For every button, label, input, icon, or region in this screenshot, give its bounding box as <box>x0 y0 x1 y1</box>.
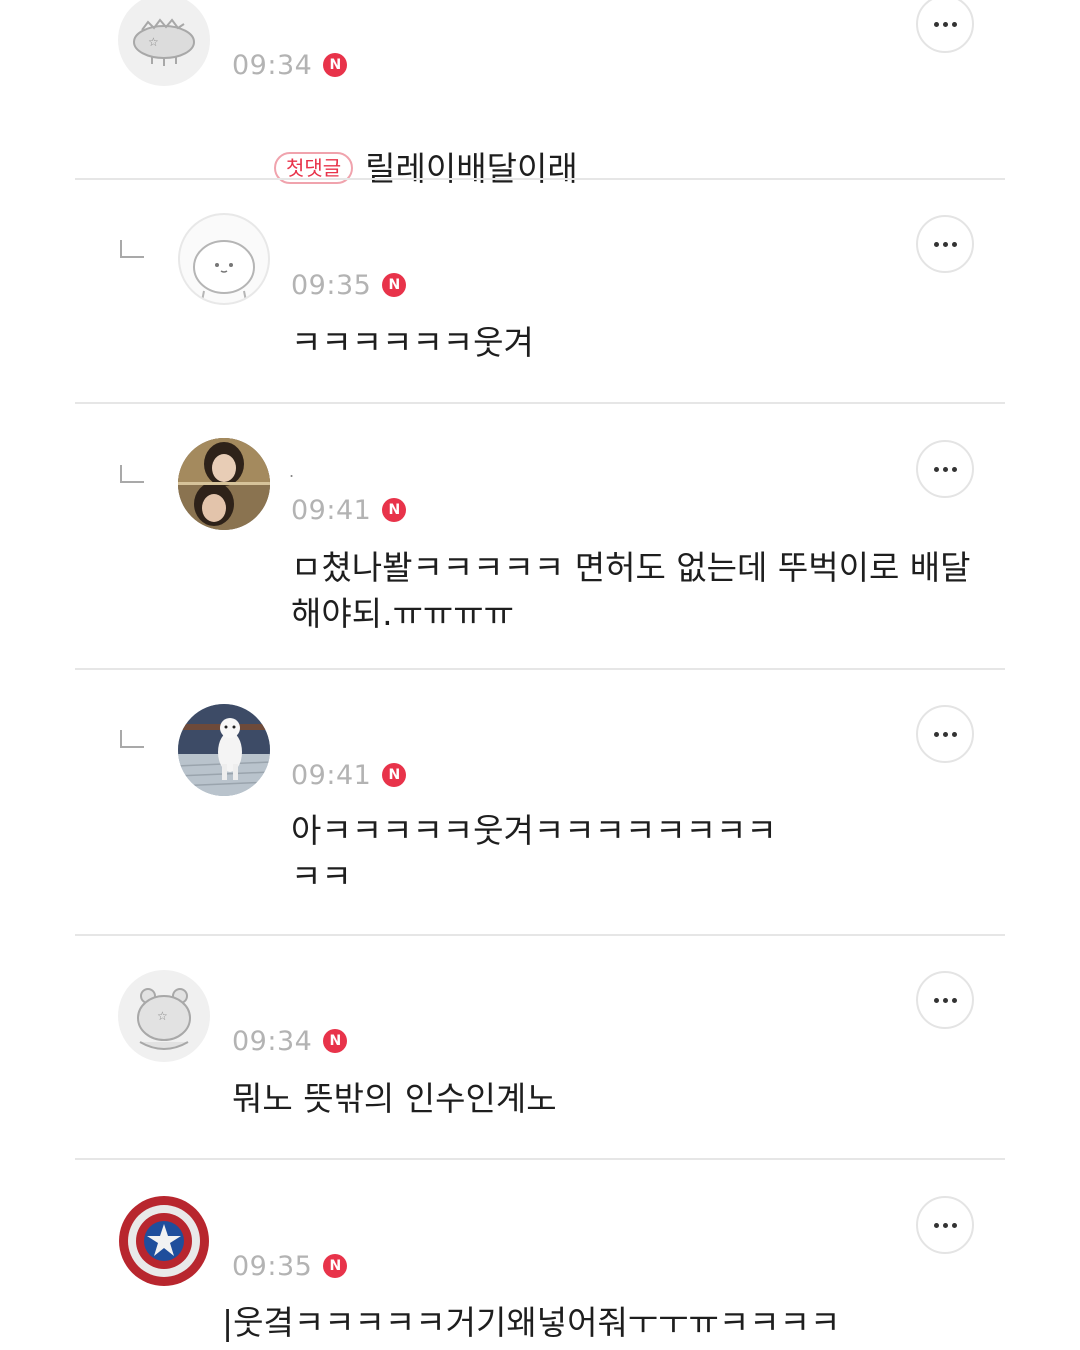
comment-meta: 09:34 N <box>232 48 348 82</box>
new-badge: N <box>382 763 407 787</box>
more-options-button[interactable] <box>916 705 974 763</box>
new-badge: N <box>382 498 407 522</box>
new-badge: N <box>323 1029 348 1053</box>
more-options-button[interactable] <box>916 971 974 1029</box>
comment-meta: 09:41 N <box>291 493 407 527</box>
more-icon <box>933 1222 957 1228</box>
comment-body: 첫댓글 릴레이배달이래 <box>232 100 932 238</box>
more-icon <box>933 241 957 247</box>
svg-text:☆: ☆ <box>148 35 159 49</box>
comment-meta: 09:34 N <box>232 1024 348 1058</box>
comment-text: |웃곀ㅋㅋㅋㅋㅋ거기왜넣어줘ㅜㅜㅠㅋㅋㅋㅋ <box>222 1303 841 1342</box>
more-options-button[interactable] <box>916 1196 974 1254</box>
comment-nickname: . <box>289 462 295 481</box>
comment-time: 09:35 <box>232 1250 313 1282</box>
comment-text: 릴레이배달이래 <box>365 149 578 188</box>
svg-text:☆: ☆ <box>157 1009 168 1023</box>
reply-indicator-icon <box>120 730 144 748</box>
divider <box>75 402 1005 404</box>
new-badge: N <box>323 1254 348 1278</box>
comment-time: 09:34 <box>232 1025 313 1057</box>
comment-time: 09:34 <box>232 49 313 81</box>
divider <box>75 668 1005 670</box>
more-icon <box>933 466 957 472</box>
comment-time: 09:35 <box>291 269 372 301</box>
new-badge: N <box>323 53 348 77</box>
divider <box>75 1158 1005 1160</box>
comment-meta: 09:35 N <box>232 1249 348 1283</box>
shield-avatar-icon[interactable] <box>118 1195 210 1287</box>
divider <box>75 934 1005 936</box>
reply-indicator-icon <box>120 465 144 483</box>
more-icon <box>933 731 957 737</box>
comment-text: ㅋㅋㅋㅋㅋㅋ웃겨 <box>291 323 534 362</box>
girl-photo-avatar[interactable] <box>178 438 270 530</box>
comment-meta: 09:41 N <box>291 758 407 792</box>
more-options-button[interactable] <box>916 0 974 53</box>
comment-time: 09:41 <box>291 759 372 791</box>
more-icon <box>933 997 957 1003</box>
more-icon <box>933 21 957 27</box>
bear-face-avatar-icon[interactable] <box>178 213 270 305</box>
more-options-button[interactable] <box>916 215 974 273</box>
comment-time: 09:41 <box>291 494 372 526</box>
comment-meta: 09:35 N <box>291 268 407 302</box>
comment-text: 아ㅋㅋㅋㅋㅋ웃겨ㅋㅋㅋㅋㅋㅋㅋㅋ ㅋㅋ <box>291 811 777 896</box>
bear-avatar-icon[interactable]: ☆ <box>118 970 210 1062</box>
more-options-button[interactable] <box>916 440 974 498</box>
dog-photo-avatar[interactable] <box>178 704 270 796</box>
divider <box>75 178 1005 180</box>
comment-text: ㅁ쳤나봘ㅋㅋㅋㅋㅋ 면허도 없는데 뚜벅이로 배달해야되.ㅠㅠㅠㅠ <box>291 548 971 633</box>
new-badge: N <box>382 273 407 297</box>
reply-indicator-icon <box>120 240 144 258</box>
dinosaur-avatar-icon[interactable]: ☆ <box>118 0 210 86</box>
comment-text: 뭐노 뜻밖의 인수인계노 <box>232 1079 557 1118</box>
